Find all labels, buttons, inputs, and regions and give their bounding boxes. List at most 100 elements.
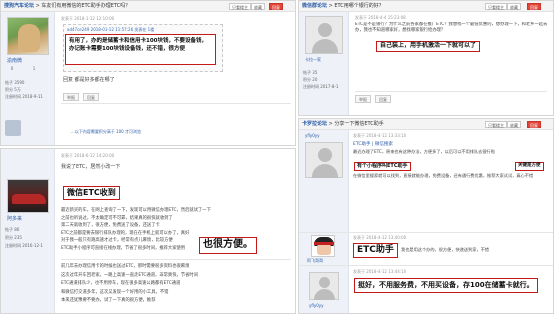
user-sidebar: 阿多来 帖子 86 积分 235 注册时间 2016-12-1: [1, 149, 55, 313]
report-button[interactable]: 举报: [63, 93, 79, 101]
body-line: 对于我一般只有跑高速才过卡，经常有点儿麻烦，比较方便: [61, 238, 173, 244]
post-text-2: 在微信里搜索就可以找到，直接就能办理，免费设备，还有通行费优惠，推荐大家试试，真…: [353, 173, 534, 178]
highlight-mini-program: 有个小程序叫ETC助手: [354, 162, 411, 171]
highlight-answer: 自己装上，用手机激活一下就可以了: [376, 41, 481, 52]
highlight-convenient: 也很方便。: [199, 237, 257, 254]
user-info-posts: 帖子 3590: [5, 80, 25, 85]
post-body-2: 前几年去办理信用卡的时候也送过ETC，那时需要很多资料也很麻烦 这次过年开车回老…: [61, 263, 291, 306]
forum-screenshot-d: 卡罗拉论坛 > 分享一下微信ETC助手 只看楼主 收藏 回复 yfly0yy 发…: [298, 118, 554, 314]
favorite-button[interactable]: 收藏: [507, 121, 521, 128]
reply-button-top[interactable]: 回复: [527, 3, 541, 10]
user-sidebar: 渝南微 01 帖子 3590 积分 5万 注册时间 2018-9-11: [1, 12, 55, 145]
site-name[interactable]: 搜狗汽车论坛: [4, 3, 34, 9]
user-info-registered: 注册时间 2017-8-1: [303, 84, 339, 89]
body-line: 本来还犹豫要不要办，试了一下真的很方便，推荐: [61, 298, 156, 303]
cartoon-face: [317, 244, 331, 255]
reply-text: 回复 都是好多都在哪了: [63, 77, 115, 83]
user-info-points: 积分 5万: [5, 87, 21, 92]
site-name[interactable]: 卡罗拉论坛: [302, 121, 327, 127]
reply-button[interactable]: 回复: [375, 95, 391, 103]
quote-header: ad47ce249 2018-01-12 11:57:26 发表在 1楼: [67, 27, 155, 32]
highlight-no-fee: 挺好，不用服务费，不用买设备，存100在储蓄卡就行。: [354, 278, 538, 293]
avatar[interactable]: [305, 142, 343, 178]
thread-title: 车友们有用微信的ETC助手办理ETC吗？: [41, 3, 131, 9]
default-avatar-body: [312, 39, 338, 53]
user-sidebar-2: 阿飞哥哥: [299, 233, 349, 265]
thread-title: 分享一下微信ETC助手: [334, 121, 384, 127]
user-sidebar: yfly0yy: [299, 130, 349, 232]
avatar[interactable]: [7, 17, 49, 55]
body-line: 和微信打交道多年，这次又发现一个好用的小工具，不错: [61, 289, 169, 295]
car-shape: [12, 194, 46, 204]
dog-shape: [18, 24, 40, 52]
only-op-button[interactable]: 只看楼主: [485, 3, 507, 10]
user-sidebar-3: yfly0yy: [299, 266, 349, 313]
default-avatar-head: [318, 23, 332, 37]
avatar-cartoon[interactable]: [311, 235, 335, 257]
post-text-3: 我也是用这个办的，很方便，快递送到家，不错: [401, 247, 489, 252]
default-avatar-body: [314, 289, 335, 300]
user-info-points: 积分 20: [303, 77, 318, 82]
avatar[interactable]: [305, 16, 343, 54]
post-text: 最近办理了ETC，原来也有这种办法，方便多了，以后可以不用排队去银行啦: [353, 149, 495, 154]
username[interactable]: 卡拉一家: [305, 57, 321, 63]
body-line: 前几年去办理信用卡的时候也送过ETC，那时需要很多资料也很麻烦: [61, 264, 190, 269]
highlight-received: 微信ETC收到: [63, 186, 120, 200]
user-info-posts: 帖子 86: [5, 227, 20, 232]
user-info-points: 积分 235: [5, 235, 22, 240]
favorite-button[interactable]: 收藏: [251, 3, 265, 10]
user-info-registered: 注册时间 2016-12-1: [5, 243, 43, 248]
reply-button[interactable]: 回复: [83, 93, 99, 101]
thread-title: ETC用哪个银行的好？: [334, 3, 384, 9]
cartoon-band: [314, 242, 334, 245]
divider: [61, 259, 291, 260]
body-line: 第二天就收到了，很方便，免费送了设备，还送了卡: [61, 223, 160, 229]
username[interactable]: 阿飞哥哥: [307, 258, 323, 264]
only-op-button[interactable]: 只看楼主: [485, 121, 507, 128]
username[interactable]: yfly0yy: [305, 133, 320, 139]
post-meta: 发表于 2018-4-12 13:33:10: [353, 133, 407, 138]
post-meta: 发表于 2018-4-12 13:44:10: [353, 269, 407, 274]
username[interactable]: 阿多来: [7, 216, 22, 222]
default-avatar-body: [312, 164, 338, 178]
points-notice[interactable]: ...以下内容需要积分高于 100 才可浏览: [71, 129, 141, 135]
reply-button-top[interactable]: 回复: [527, 121, 541, 128]
divider: [61, 103, 291, 104]
highlight-etc-assistant: ETC助手: [353, 243, 398, 258]
user-info-registered: 注册时间 2018-9-11: [5, 94, 43, 99]
highlight-key-convenient: 关键是方便: [515, 162, 544, 171]
body-line: 最近新买的车，在网上查询了一下，发现可以用微信办理ETC，然后就试了一下: [61, 208, 211, 213]
post-meta: 发表于 2018-1-12 12:10:00: [61, 16, 115, 21]
reply-button-top[interactable]: 回复: [269, 3, 283, 10]
user-stats: 01: [10, 66, 36, 71]
username[interactable]: yfly0yy: [309, 303, 324, 309]
default-avatar-head: [318, 148, 332, 162]
forum-screenshot-a: 搜狗汽车论坛 > 车友们有用微信的ETC助手办理ETC吗？ 只看楼主 收藏 回复…: [0, 0, 296, 146]
body-line: ETC之前都是要去银行排队办理的，现在在手机上就可以办了，真好: [61, 230, 190, 236]
divider: [355, 91, 547, 92]
body-line: ETC助手小程序可直接在线办理，节省了很多时间，推荐大家使用: [61, 245, 186, 251]
post-meta: 发表于 2018-4-12 13:40:00: [353, 235, 407, 240]
avatar-small: [5, 120, 21, 136]
forum-screenshot-b: 微信群论坛 > ETC用哪个银行的好？ 只看楼主 收藏 回复 卡拉一家 帖子 3…: [298, 0, 554, 116]
favorite-button[interactable]: 收藏: [507, 3, 521, 10]
only-op-button[interactable]: 只看楼主: [229, 3, 251, 10]
body-line: 之前也听说过，不太确定可不可靠，结果真的很快就收到了: [61, 215, 173, 221]
user-sidebar: 卡拉一家 帖子 35 积分 20 注册时间 2017-8-1: [299, 12, 349, 115]
post-text: ETC是不是银行？为什么之前各家都在推广ETC？我想找一个最低优惠的，想办理一下…: [355, 22, 548, 33]
highlight-quote: 有用了，办的是储蓄卡和信用卡100块钱，不要设备钱，办记账卡需要100块钱设备钱…: [65, 34, 216, 65]
post-title: 我说了ETC，居然小改一下: [61, 164, 121, 170]
forum-screenshot-c: 阿多来 帖子 86 积分 235 注册时间 2016-12-1 发表于 2018…: [0, 148, 296, 314]
body-line: ETC通道排队少，也不用停车，现在很多高速公路都有ETC通道: [61, 281, 181, 286]
avatar[interactable]: [7, 179, 49, 213]
site-name[interactable]: 微信群论坛: [302, 3, 327, 9]
post-meta: 发表于 2018-4-4 15:23:08: [355, 15, 406, 20]
body-line: 这次过年开车回老家，一路上高速一直走ETC通道，非常爽快，节省时间: [61, 272, 198, 278]
report-button[interactable]: 举报: [355, 95, 371, 103]
username[interactable]: 渝南微: [7, 58, 22, 64]
avatar[interactable]: [309, 272, 339, 300]
post-meta: 发表于 2018-6-12 14:20:00: [61, 153, 115, 158]
default-avatar-head: [319, 277, 330, 288]
wechat-link[interactable]: ETC助手 | 微信搜索: [353, 141, 393, 147]
user-info-posts: 帖子 35: [303, 70, 318, 75]
